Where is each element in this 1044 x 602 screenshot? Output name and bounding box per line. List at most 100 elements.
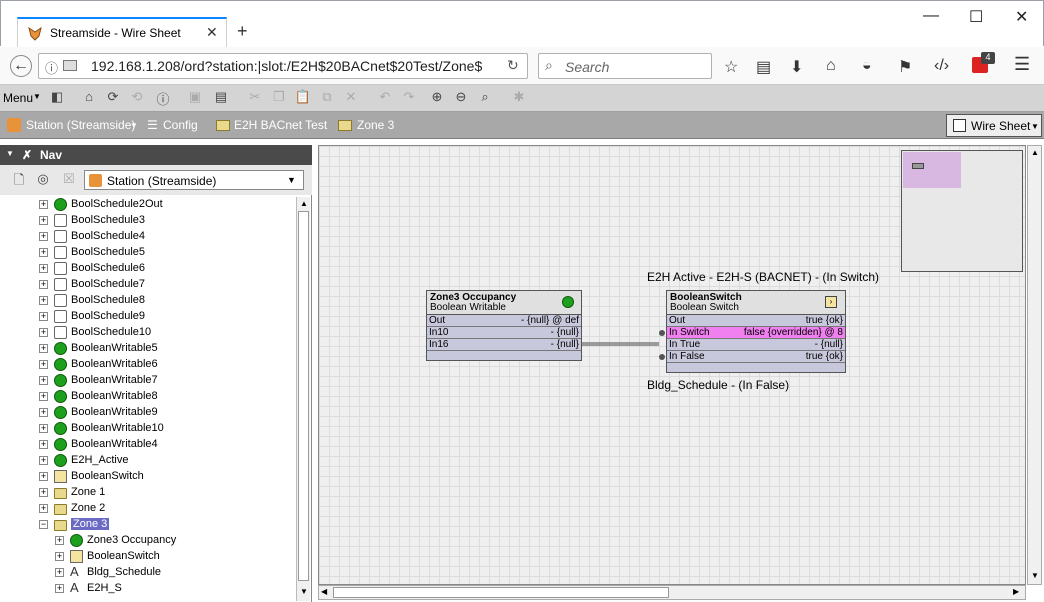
sheet-horizontal-scrollbar[interactable]: ◀ ▶ (318, 585, 1026, 600)
expand-icon[interactable]: + (39, 456, 48, 465)
extension-icon[interactable]: ⚑ (898, 57, 912, 77)
save-icon[interactable]: ▣ (186, 89, 204, 107)
delete-icon[interactable]: ✕ (342, 89, 360, 107)
hamburger-menu-icon[interactable]: ☰ (1014, 54, 1030, 75)
new-document-icon[interactable]: 🗋 (10, 171, 28, 189)
tree-item[interactable]: + BoolSchedule7 (0, 277, 296, 293)
tools-icon[interactable]: ✱ (510, 89, 528, 107)
tree-item[interactable]: + BooleanWritable4 (0, 437, 296, 453)
expand-icon[interactable]: + (55, 568, 64, 577)
minimap-viewport[interactable] (903, 152, 961, 188)
tree-item[interactable]: + BoolSchedule5 (0, 245, 296, 261)
window-close-icon[interactable]: ✕ (1015, 7, 1028, 27)
maximize-icon[interactable]: ☐ (969, 7, 983, 27)
slot-in-false[interactable]: In False true {ok} (659, 351, 845, 363)
expand-icon[interactable]: + (55, 536, 64, 545)
side-bar-toggle-icon[interactable]: ◧ (48, 89, 66, 107)
expand-icon[interactable]: + (39, 328, 48, 337)
redo-icon[interactable]: ↷ (400, 89, 418, 107)
slot-out[interactable]: Out true {ok} (667, 315, 845, 327)
download-icon[interactable]: ⬇ (790, 57, 803, 77)
tree-item[interactable]: + BooleanSwitch (0, 549, 296, 565)
zone3-occupancy-block[interactable]: Zone3 Occupancy Boolean Writable Out - {n… (426, 290, 582, 361)
tree-item[interactable]: + BoolSchedule10 (0, 325, 296, 341)
menu-button[interactable]: Menu (3, 91, 33, 105)
expand-icon[interactable]: + (55, 584, 64, 593)
expand-icon[interactable]: + (39, 344, 48, 353)
expand-icon[interactable]: + (39, 488, 48, 497)
breadcrumb-station[interactable]: Station (Streamside) (26, 118, 135, 132)
tree-item[interactable]: + BooleanWritable10 (0, 421, 296, 437)
copy-icon[interactable]: ❐ (270, 89, 288, 107)
url-text[interactable]: 192.168.1.208/ord?station:|slot:/E2H$20B… (91, 58, 491, 74)
duplicate-icon[interactable]: ⧉ (318, 89, 336, 107)
tree-item[interactable]: + BoolSchedule2Out (0, 197, 296, 213)
breadcrumb-e2h-bacnet-test[interactable]: E2H BACnet Test (234, 118, 327, 132)
new-tab-icon[interactable]: + (237, 21, 248, 42)
expand-icon[interactable]: + (39, 408, 48, 417)
expand-icon[interactable]: + (39, 424, 48, 433)
tree-item[interactable]: + BoolSchedule9 (0, 309, 296, 325)
sync-icon[interactable]: ⟲ (128, 89, 146, 107)
paste-icon[interactable]: 📋 (294, 89, 312, 107)
tree-item[interactable]: + BooleanWritable9 (0, 405, 296, 421)
tree-item[interactable]: + Zone3 Occupancy (0, 533, 296, 549)
expand-icon[interactable]: + (39, 232, 48, 241)
expand-icon[interactable]: + (39, 360, 48, 369)
dev-tools-icon[interactable]: ‹/› (934, 57, 949, 75)
tree-item[interactable]: + BooleanWritable5 (0, 341, 296, 357)
zoom-fit-icon[interactable]: ⌕ (476, 89, 494, 107)
target-icon[interactable]: ◎ (34, 171, 52, 189)
tree-item[interactable]: + A Bldg_Schedule (0, 565, 296, 581)
tree-item[interactable]: + E2H_Active (0, 453, 296, 469)
expand-icon[interactable]: + (39, 264, 48, 273)
expand-icon[interactable]: + (39, 504, 48, 513)
collapse-icon[interactable]: − (39, 520, 48, 529)
expand-icon[interactable]: + (39, 248, 48, 257)
nav-scrollbar[interactable]: ▲ ▼ (296, 197, 310, 601)
breadcrumb-zone-3[interactable]: Zone 3 (357, 118, 394, 132)
tree-item[interactable]: + BooleanWritable7 (0, 373, 296, 389)
close-icon[interactable]: ☒ (60, 171, 78, 189)
expand-icon[interactable]: + (39, 200, 48, 209)
undo-icon[interactable]: ↶ (376, 89, 394, 107)
scroll-left-icon[interactable]: ◀ (321, 587, 327, 596)
expand-icon[interactable]: + (55, 552, 64, 561)
slot-out[interactable]: Out - {null} @ def (427, 315, 581, 327)
sheet-vertical-scrollbar[interactable]: ▲ ▼ (1027, 145, 1042, 585)
tree-item[interactable]: + BoolSchedule3 (0, 213, 296, 229)
scroll-down-icon[interactable]: ▼ (300, 587, 308, 596)
pocket-icon[interactable]: ◒ (862, 57, 872, 75)
scroll-down-icon[interactable]: ▼ (1031, 571, 1039, 580)
info-icon[interactable]: ⓘ (154, 89, 172, 107)
library-icon[interactable]: ▤ (756, 57, 771, 77)
collapse-chevron-icon[interactable]: ▼ (6, 149, 14, 158)
nav-scroll-thumb[interactable] (298, 211, 309, 581)
minimize-icon[interactable]: — (923, 7, 939, 25)
refresh-icon[interactable]: ⟳ (104, 89, 122, 107)
expand-icon[interactable]: + (39, 296, 48, 305)
tree-item[interactable]: + Zone 2 (0, 501, 296, 517)
address-bar[interactable]: ⓘ 192.168.1.208/ord?station:|slot:/E2H$2… (38, 53, 528, 79)
home-icon[interactable]: ⌂ (826, 57, 836, 75)
boolean-switch-block[interactable]: BooleanSwitch Boolean Switch › Out true {… (659, 290, 846, 373)
tree-item[interactable]: + Zone 1 (0, 485, 296, 501)
tree-item[interactable]: + BoolSchedule4 (0, 229, 296, 245)
expand-icon[interactable]: + (39, 280, 48, 289)
back-arrow-icon[interactable]: ← (10, 55, 32, 77)
breadcrumb-config[interactable]: Config (163, 118, 198, 132)
horizontal-scroll-thumb[interactable] (333, 587, 669, 598)
tree-item[interactable]: + A E2H_S (0, 581, 296, 597)
search-box[interactable]: ⌕ Search (538, 53, 712, 79)
expand-icon[interactable]: + (39, 376, 48, 385)
tree-item[interactable]: + BoolSchedule6 (0, 261, 296, 277)
menu-chevron-down-icon[interactable]: ▼ (33, 92, 41, 101)
save-all-icon[interactable]: ▤ (212, 89, 230, 107)
tree-item[interactable]: + BoolSchedule8 (0, 293, 296, 309)
tree-item[interactable]: + BooleanWritable6 (0, 357, 296, 373)
close-tab-icon[interactable]: ✕ (206, 24, 218, 41)
tree-item[interactable]: + BooleanSwitch (0, 469, 296, 485)
zoom-in-icon[interactable]: ⊕ (428, 89, 446, 107)
scroll-up-icon[interactable]: ▲ (1031, 148, 1039, 157)
bookmark-star-icon[interactable]: ☆ (724, 57, 738, 77)
